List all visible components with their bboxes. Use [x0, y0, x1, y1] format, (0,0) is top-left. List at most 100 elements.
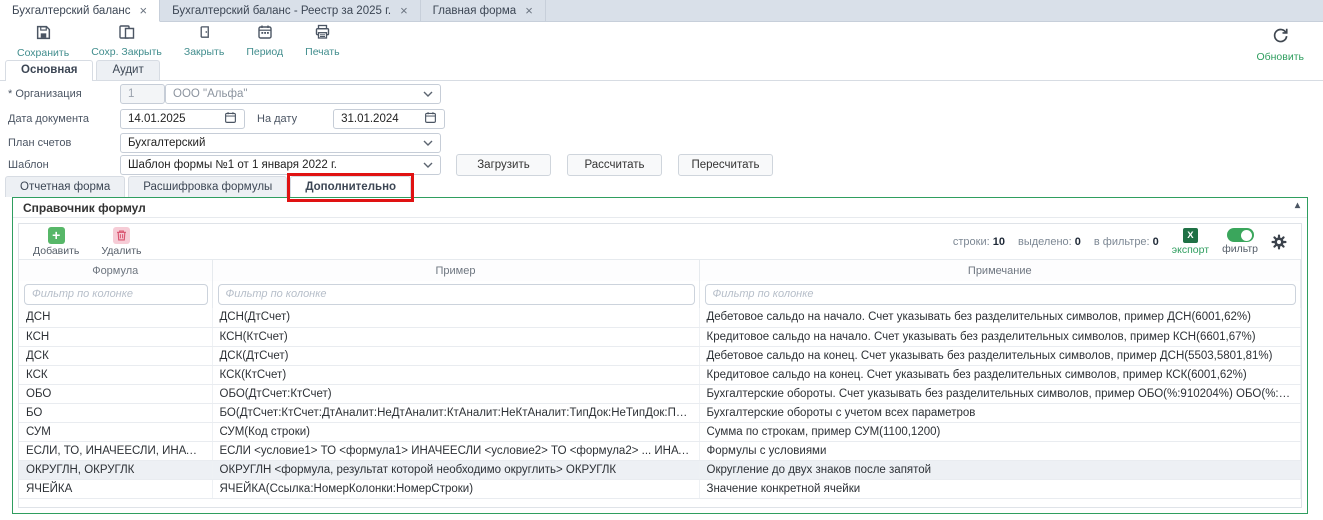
formula-cell: ОБО — [19, 384, 212, 403]
tab-main[interactable]: Основная — [5, 60, 93, 81]
note-cell: Бухгалтерские обороты с учетом всех пара… — [699, 403, 1301, 422]
tab-close-icon[interactable]: × — [140, 4, 148, 17]
plan-label: План счетов — [8, 137, 120, 149]
formula-reference-panel: Справочник формул ▴ + Добавить Удалить с… — [12, 197, 1308, 514]
plan-select[interactable]: Бухгалтерский — [120, 133, 441, 153]
filter-cell — [212, 281, 699, 308]
toolbar-button-label: Сохранить — [17, 47, 69, 59]
main-toolbar: Сохранить Сохр. Закрыть ЗакрытьПериод Печат… — [0, 22, 1323, 60]
note-cell: Сумма по строкам, пример СУМ(1100,1200) — [699, 422, 1301, 441]
filter-toggle[interactable]: фильтр — [1222, 228, 1258, 255]
form-action-buttons: Загрузить Рассчитать Пересчитать — [456, 154, 773, 176]
toolbar-button-label: Печать — [305, 46, 339, 58]
doc-date-label: Дата документа — [8, 113, 120, 125]
refresh-button[interactable]: Обновить — [1245, 24, 1315, 65]
filter-cell — [19, 281, 212, 308]
table-header-row: ФормулаПримерПримечание — [19, 260, 1301, 281]
action-button-загрузить[interactable]: Загрузить — [456, 154, 551, 176]
formula-cell: БО — [19, 403, 212, 422]
save-close-button[interactable]: Сохр. Закрыть — [80, 22, 173, 61]
table-row[interactable]: ДСКДСК(ДтСчет)Дебетовое сальдо на конец.… — [19, 346, 1301, 365]
column-header[interactable]: Пример — [212, 260, 699, 281]
close-button[interactable]: Закрыть — [173, 22, 235, 61]
window-tab[interactable]: Бухгалтерский баланс × — [0, 0, 160, 22]
print-icon — [314, 24, 331, 45]
example-cell: ОБО(ДтСчет:КтСчет) — [212, 384, 699, 403]
column-filter-input[interactable] — [24, 284, 208, 305]
toggle-on-icon[interactable] — [1227, 228, 1254, 242]
formula-cell: ДСН — [19, 308, 212, 327]
column-header[interactable]: Формула — [19, 260, 212, 281]
example-cell: КСК(КтСчет) — [212, 365, 699, 384]
refresh-label: Обновить — [1256, 51, 1304, 63]
note-cell: Дебетовое сальдо на конец. Счет указыват… — [699, 346, 1301, 365]
chevron-down-icon — [423, 159, 433, 171]
example-cell: БО(ДтСчет:КтСчет:ДтАналит:НеДтАналит:КтА… — [212, 403, 699, 422]
template-select[interactable]: Шаблон формы №1 от 1 января 2022 г. — [120, 155, 441, 175]
table-row[interactable]: ОКРУГЛН, ОКРУГЛКОКРУГЛН <формула, резуль… — [19, 460, 1301, 479]
refresh-icon — [1271, 26, 1290, 50]
table-row[interactable]: КСККСК(КтСчет)Кредитовое сальдо на конец… — [19, 365, 1301, 384]
save-button[interactable]: Сохранить — [6, 22, 80, 61]
export-excel-button[interactable]: X экспорт — [1172, 228, 1209, 256]
note-cell: Кредитовое сальдо на начало. Счет указыв… — [699, 327, 1301, 346]
print-button[interactable]: Печать — [294, 22, 350, 61]
toolbar-button-label: Сохр. Закрыть — [91, 46, 162, 58]
report-tab[interactable]: Отчетная форма — [5, 176, 125, 197]
formula-cell: ЕСЛИ, ТО, ИНАЧЕЕСЛИ, ИНАЧЕ, КОНЕЦ — [19, 441, 212, 460]
calendar-icon[interactable] — [424, 111, 437, 127]
table-filter-row — [19, 281, 1301, 308]
table-row[interactable]: ЕСЛИ, ТО, ИНАЧЕЕСЛИ, ИНАЧЕ, КОНЕЦЕСЛИ <у… — [19, 441, 1301, 460]
toolbar-buttons: Сохранить Сохр. Закрыть ЗакрытьПериод Печат… — [6, 22, 351, 61]
tab-close-icon[interactable]: × — [525, 4, 533, 17]
example-cell: ЯЧЕЙКА(Ссылка:НомерКолонки:НомерСтроки) — [212, 479, 699, 498]
plus-icon: + — [48, 227, 65, 244]
report-tab[interactable]: Дополнительно — [290, 176, 411, 197]
table-row[interactable]: ОБООБО(ДтСчет:КтСчет)Бухгалтерские оборо… — [19, 384, 1301, 403]
on-date-input[interactable]: 31.01.2024 — [333, 109, 445, 129]
report-tab-bar: Отчетная форма Расшифровка формулы Дополни… — [0, 175, 1323, 197]
tab-audit[interactable]: Аудит — [96, 60, 159, 80]
window-tab-label: Бухгалтерский баланс - Реестр за 2025 г. — [172, 5, 391, 17]
panel-header: Справочник формул ▴ — [13, 198, 1307, 218]
organization-select[interactable]: ООО "Альфа" — [165, 84, 441, 104]
filtered-count: в фильтре: 0 — [1094, 236, 1159, 248]
gear-icon[interactable] — [1271, 234, 1287, 250]
column-filter-input[interactable] — [218, 284, 695, 305]
chevron-down-icon — [423, 137, 433, 149]
doc-date-input[interactable]: 14.01.2025 — [120, 109, 245, 129]
period-calendar-icon — [257, 24, 273, 45]
example-cell: ДСК(ДтСчет) — [212, 346, 699, 365]
tab-close-icon[interactable]: × — [400, 4, 408, 17]
period-button[interactable]: Период — [235, 22, 294, 61]
example-cell: СУМ(Код строки) — [212, 422, 699, 441]
formula-table: ФормулаПримерПримечание ДСНДСН(ДтСчет)Де… — [19, 260, 1301, 499]
window-tab-label: Бухгалтерский баланс — [12, 5, 131, 17]
report-tab-label: Расшифровка формулы — [143, 181, 272, 193]
table-row[interactable]: БОБО(ДтСчет:КтСчет:ДтАналит:НеДтАналит:К… — [19, 403, 1301, 422]
organization-code-field[interactable]: 1 — [120, 84, 165, 104]
formula-cell: СУМ — [19, 422, 212, 441]
document-form: * Организация 1 ООО "Альфа" Дата докумен… — [0, 81, 1323, 173]
add-row-button[interactable]: + Добавить — [33, 227, 79, 257]
window-tab[interactable]: Главная форма× — [421, 0, 546, 21]
table-row[interactable]: КСНКСН(КтСчет)Кредитовое сальдо на начал… — [19, 327, 1301, 346]
action-button-пересчитать[interactable]: Пересчитать — [678, 154, 773, 176]
report-tab-label: Отчетная форма — [20, 181, 110, 193]
delete-row-button[interactable]: Удалить — [101, 227, 141, 257]
column-header[interactable]: Примечание — [699, 260, 1301, 281]
organization-label: * Организация — [8, 88, 120, 100]
window-tab[interactable]: Бухгалтерский баланс - Реестр за 2025 г.… — [160, 0, 421, 21]
table-row[interactable]: ДСНДСН(ДтСчет)Дебетовое сальдо на начало… — [19, 308, 1301, 327]
action-button-рассчитать[interactable]: Рассчитать — [567, 154, 662, 176]
report-tab[interactable]: Расшифровка формулы — [128, 176, 287, 197]
chevron-down-icon — [423, 88, 433, 100]
calendar-icon[interactable] — [224, 111, 237, 127]
table-row[interactable]: ЯЧЕЙКАЯЧЕЙКА(Ссылка:НомерКолонки:НомерСт… — [19, 479, 1301, 498]
trash-icon — [113, 227, 130, 244]
collapse-panel-icon[interactable]: ▴ — [1295, 200, 1300, 211]
column-filter-input[interactable] — [705, 284, 1297, 305]
grid-toolbar: + Добавить Удалить строки: 10 выделено: … — [19, 224, 1301, 260]
example-cell: ЕСЛИ <условие1> ТО <формула1> ИНАЧЕЕСЛИ … — [212, 441, 699, 460]
table-row[interactable]: СУМСУМ(Код строки)Сумма по строкам, прим… — [19, 422, 1301, 441]
